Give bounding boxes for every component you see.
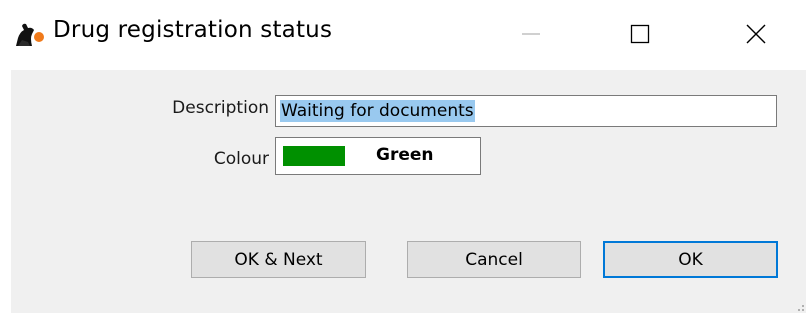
resize-grip-icon[interactable]	[798, 305, 804, 311]
colour-name: Green	[376, 145, 434, 165]
description-value: Waiting for documents	[280, 100, 475, 122]
title-bar[interactable]: Drug registration status	[0, 0, 806, 70]
ok-button[interactable]: OK	[603, 241, 778, 278]
colour-swatch	[283, 146, 345, 166]
app-icon	[14, 20, 46, 48]
description-field[interactable]: Waiting for documents	[275, 95, 777, 127]
close-icon	[746, 24, 766, 44]
dialog-window: Drug registration status Description Wai…	[0, 0, 806, 313]
description-label: Description	[172, 98, 269, 118]
window-title: Drug registration status	[53, 17, 333, 43]
maximize-icon	[630, 24, 650, 44]
maximize-button[interactable]	[617, 12, 663, 56]
minimize-button[interactable]	[508, 12, 554, 56]
cancel-button[interactable]: Cancel	[407, 241, 581, 278]
colour-picker[interactable]: Green	[275, 137, 481, 175]
close-button[interactable]	[733, 12, 779, 56]
ok-next-button[interactable]: OK & Next	[191, 241, 366, 278]
minimize-icon	[522, 33, 540, 35]
colour-label: Colour	[213, 149, 269, 169]
dialog-body: Description Waiting for documents Colour…	[11, 70, 806, 313]
